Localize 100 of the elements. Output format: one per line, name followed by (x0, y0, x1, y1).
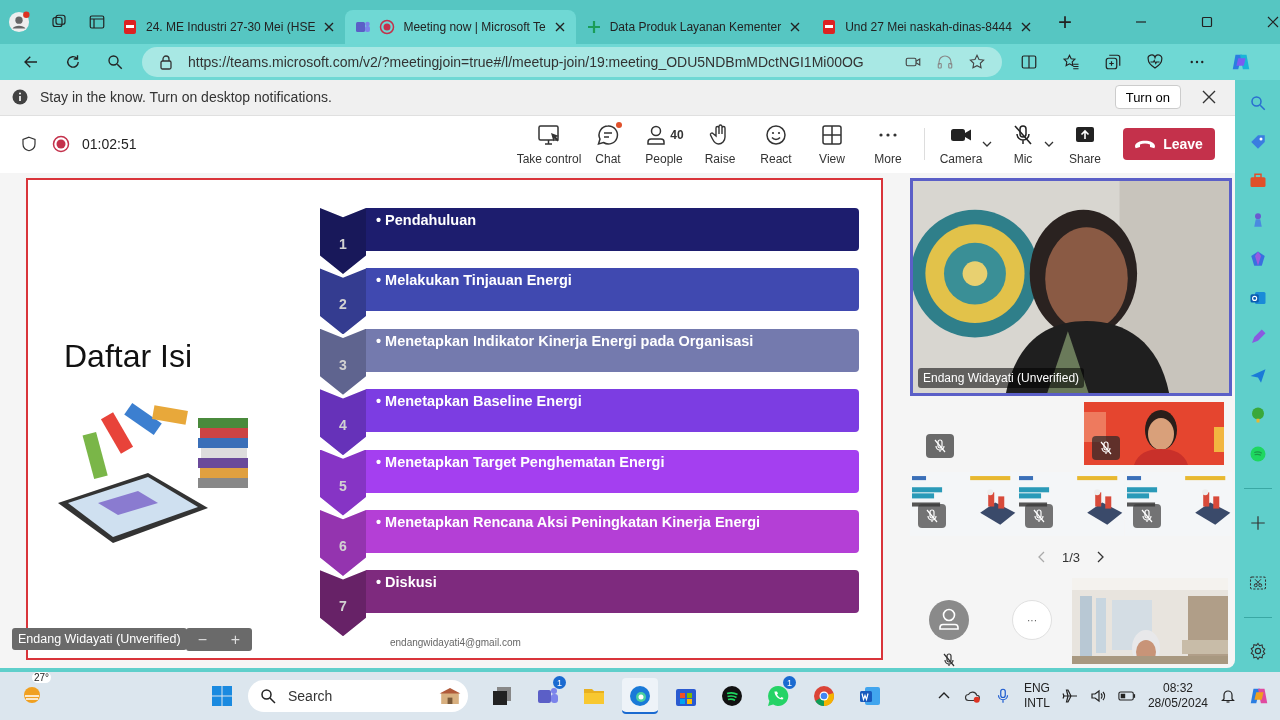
close-icon[interactable] (553, 21, 566, 33)
agenda-item: • Pendahuluan (366, 208, 859, 251)
grid-icon (820, 123, 844, 148)
agenda-item: • Menetapkan Target Penghematan Energi (366, 449, 859, 493)
step-number: 5 (320, 449, 366, 516)
more-icon (879, 133, 897, 138)
agenda-item: • Menetapkan Rencana Aksi Peningkatan Kinerja Energi (366, 509, 859, 553)
browser-tab[interactable]: Data Produk Layanan Kementer (575, 10, 812, 44)
bell-icon[interactable] (1220, 688, 1236, 704)
agenda-item: • Melakukan Tinjauan Energi (366, 268, 859, 312)
clock-time[interactable]: 08:32 (1162, 681, 1193, 696)
taskbar-app[interactable]: 1 (530, 678, 566, 714)
browser-tab[interactable]: Und 27 Mei naskah-dinas-8444 (811, 10, 1042, 44)
screen-cursor-icon (537, 123, 561, 148)
close-icon[interactable] (1266, 16, 1279, 28)
page-indicator: 1/3 (1061, 549, 1081, 565)
taskbar-app[interactable]: 1 (760, 678, 796, 714)
volume-icon[interactable] (1089, 688, 1106, 704)
video-tile[interactable]: Endang Widayati (Unverified) (910, 178, 1232, 396)
share-button[interactable]: Share (1057, 122, 1113, 167)
muted-mic-icon (918, 504, 946, 528)
close-icon[interactable] (1019, 21, 1032, 33)
toolbar-button[interactable]: More (860, 122, 916, 167)
browser-tab[interactable]: 24. ME Industri 27-30 Mei (HSE (112, 10, 346, 44)
info-icon (12, 89, 28, 106)
participant-count: 40 (670, 128, 684, 143)
address-field[interactable]: https://teams.microsoft.com/v2/?meetingjoin=true#/l/meetup-join/19:meeting_ODU5NDBmMDctNGI1Mi00OG (142, 47, 1002, 77)
toolbar-button[interactable]: Camera (933, 122, 989, 167)
chat-icon (596, 123, 620, 148)
windows-start-icon[interactable] (210, 684, 234, 708)
favorites-icon[interactable] (1062, 53, 1080, 71)
presenter-name: Endang Widayati (Unverified) (12, 628, 187, 650)
tab-actions-icon[interactable] (88, 13, 106, 31)
settings-icon[interactable] (1248, 642, 1267, 660)
lock-icon (158, 54, 174, 70)
leave-button[interactable]: Leave (1123, 128, 1215, 161)
phone-icon (1135, 139, 1156, 149)
toolbar-button[interactable]: React (748, 122, 804, 167)
screenshot-icon[interactable] (1248, 573, 1267, 592)
new-tab-button[interactable]: + (1051, 8, 1078, 36)
refresh-icon[interactable] (64, 53, 82, 71)
more-participants-button[interactable]: ··· (1012, 600, 1052, 640)
pdf-icon (821, 19, 838, 35)
step-number: 6 (320, 509, 366, 576)
airplane-icon[interactable] (1061, 688, 1078, 704)
email-text: endangwidayati4@gmail.com (390, 636, 522, 648)
language-indicator[interactable]: ENG (1023, 681, 1050, 696)
shield-icon[interactable] (20, 135, 38, 154)
close-icon[interactable] (1201, 89, 1217, 106)
search-icon[interactable] (106, 53, 124, 71)
teams-icon (355, 19, 372, 35)
step-number: 7 (320, 570, 366, 637)
notification-badge: 1 (783, 676, 796, 689)
edge-icon (628, 684, 652, 708)
smiley-icon (764, 123, 788, 148)
toolbar-button[interactable]: Mic (995, 122, 1051, 167)
meeting-timer: 01:02:51 (82, 136, 137, 153)
slide-title: Daftar Isi (64, 338, 194, 375)
close-icon[interactable] (323, 21, 336, 33)
outlook-icon[interactable] (1248, 289, 1267, 307)
chrome-icon (812, 684, 836, 708)
search-box[interactable]: Search (248, 680, 468, 712)
gem-icon[interactable] (1248, 250, 1267, 268)
clock-date[interactable]: 28/05/2024 (1147, 696, 1208, 711)
task-view-icon (490, 684, 514, 708)
maximize-icon[interactable] (1200, 16, 1213, 28)
notification-badge: 1 (553, 676, 566, 689)
split-screen-icon[interactable] (1020, 53, 1038, 71)
search-field[interactable]: Search (286, 687, 428, 705)
toolbar-button[interactable]: View (804, 122, 860, 167)
agenda-item: • Menetapkan Baseline Energi (366, 389, 859, 433)
plus-icon (585, 19, 602, 35)
heart-icon[interactable] (1146, 53, 1164, 71)
participant-name: Endang Widayati (Unverified) (918, 368, 1085, 388)
avatar-icon[interactable] (929, 600, 969, 640)
plus-icon[interactable] (1248, 513, 1267, 532)
agenda-item: • Diskusi (366, 570, 859, 614)
close-icon[interactable] (789, 21, 802, 33)
recording-icon (379, 19, 396, 35)
agenda-item: • Menetapkan Indikator Kinerja Energi pada Organisasi (366, 328, 859, 372)
profile-icon[interactable] (8, 11, 30, 33)
toolbar-button[interactable]: 40 People (636, 122, 692, 167)
notification-text: Stay in the know. Turn on desktop notifications. (40, 89, 332, 106)
star-icon[interactable] (968, 53, 986, 71)
browser-tab[interactable]: Meeting now | Microsoft Te (345, 10, 576, 44)
turn-on-button[interactable]: Turn on (1114, 85, 1181, 110)
temperature: 27° (32, 672, 52, 683)
word-icon (858, 684, 882, 708)
zoom-out-button[interactable]: − (186, 628, 219, 651)
muted-mic-icon (941, 652, 957, 668)
zoom-in-button[interactable]: + (219, 628, 252, 651)
step-number: 1 (320, 208, 366, 274)
spotify-icon (720, 684, 744, 708)
toolbar-button[interactable]: Raise (692, 122, 748, 167)
collections-icon[interactable] (1104, 53, 1122, 71)
muted-mic-icon (1092, 436, 1120, 460)
whatsapp-icon (766, 684, 790, 708)
muted-mic-icon (1025, 504, 1054, 528)
keyboard-layout[interactable]: INTL (1023, 696, 1050, 711)
muted-mic-icon (926, 434, 954, 458)
